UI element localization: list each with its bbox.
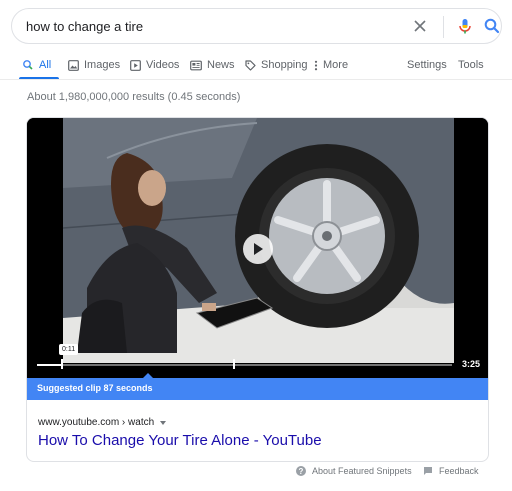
clear-icon[interactable] [410,16,430,36]
clip-end-marker[interactable] [233,359,235,369]
settings-link[interactable]: Settings [407,59,447,71]
tools-link[interactable]: Tools [458,59,484,71]
tab-label: Images [84,59,121,71]
tab-label: More [323,59,349,71]
tab-all[interactable]: All [22,59,51,71]
video-duration: 3:25 [461,359,480,369]
more-vert-icon [314,60,318,70]
suggested-clip-notch [143,373,153,378]
progress-fill [37,364,61,366]
play-button[interactable] [243,234,273,264]
help-icon: ? [296,466,306,476]
about-featured-snippets[interactable]: ? About Featured Snippets [296,466,412,476]
progress-track[interactable] [37,364,452,366]
microphone-icon[interactable] [455,16,475,36]
search-icon[interactable] [482,16,502,36]
tab-label: News [207,59,235,71]
search-divider [443,16,444,38]
tab-videos[interactable]: Videos [130,59,179,71]
about-label: About Featured Snippets [312,466,412,476]
tag-icon [245,59,256,71]
feedback-label: Feedback [439,466,479,476]
newspaper-icon [190,60,202,70]
featured-snippet-card: 0:11 3:25 Suggested clip 87 seconds www.… [26,117,489,462]
result-url[interactable]: www.youtube.com › watch [38,417,167,428]
result-url-text: www.youtube.com › watch [38,417,155,428]
search-bar[interactable]: how to change a tire [11,8,502,44]
tab-label: Shopping [261,59,308,71]
clip-start-marker[interactable] [61,359,63,369]
video-play-icon [130,59,141,71]
result-title-link[interactable]: How To Change Your Tire Alone - YouTube [38,432,322,449]
search-icon [23,60,33,70]
tab-news[interactable]: News [190,59,235,71]
tab-more[interactable]: More [314,59,348,71]
clip-start-time: 0:11 [59,344,79,355]
search-tabs: All Images Videos News Shopping More Set… [0,55,512,80]
video-player[interactable]: 0:11 3:25 [27,118,488,378]
search-input[interactable]: how to change a tire [26,19,143,34]
tab-shopping[interactable]: Shopping [245,59,308,71]
suggested-clip-label: Suggested clip 87 seconds [37,383,153,393]
suggested-clip-bar: Suggested clip 87 seconds [27,373,488,400]
svg-text:?: ? [299,467,304,476]
tab-images[interactable]: Images [68,59,120,71]
image-icon [68,59,79,71]
chevron-down-icon[interactable] [160,420,167,425]
tabs-divider [0,79,512,80]
result-stats: About 1,980,000,000 results (0.45 second… [27,91,241,103]
play-icon [254,243,263,255]
tab-label: All [39,59,52,71]
feedback-link[interactable]: Feedback [423,466,479,476]
tab-label: Videos [146,59,180,71]
feedback-icon [424,467,432,475]
